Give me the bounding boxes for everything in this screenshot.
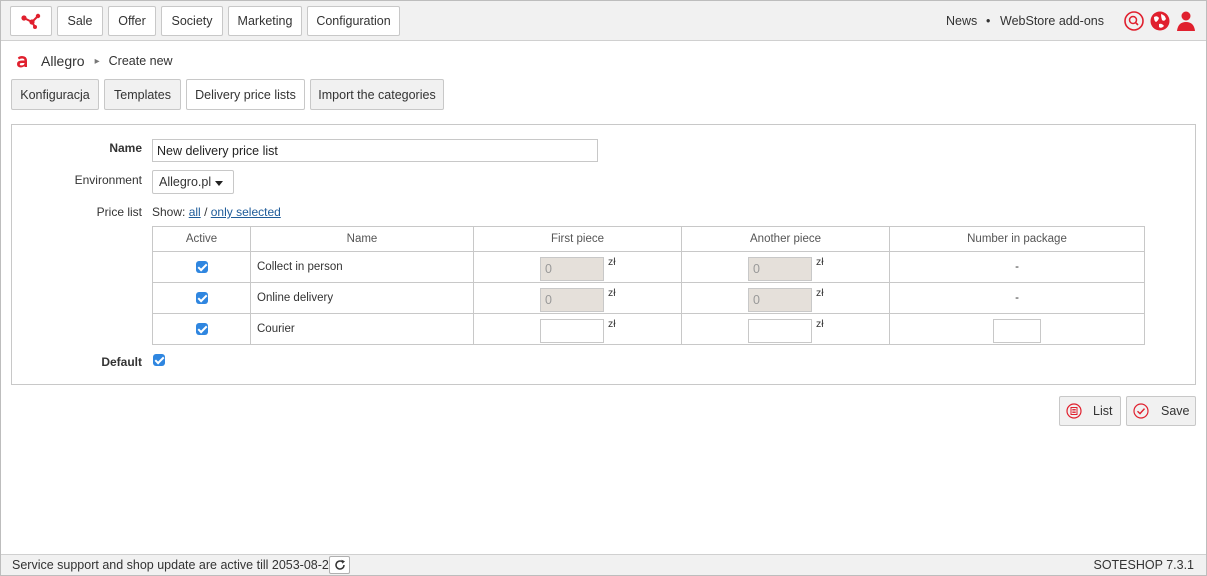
globe-icon[interactable] <box>1149 10 1171 32</box>
currency-label: zł <box>816 256 824 268</box>
nav-configuration[interactable]: Configuration <box>307 6 400 36</box>
name-input[interactable] <box>152 139 598 162</box>
active-checkbox[interactable] <box>195 322 208 335</box>
soteshop-logo-icon <box>21 13 41 29</box>
another-piece-cell: zł <box>681 251 890 283</box>
tab-templates[interactable]: Templates <box>104 79 181 110</box>
active-checkbox[interactable] <box>195 260 208 273</box>
another-piece-cell: zł <box>681 282 890 314</box>
active-checkbox[interactable] <box>195 291 208 304</box>
save-button-label: Save <box>1161 404 1190 418</box>
show-all-link[interactable]: all <box>189 205 201 219</box>
default-label: Default <box>101 355 142 369</box>
list-icon <box>1066 403 1082 419</box>
currency-label: zł <box>816 287 824 299</box>
nav-sale[interactable]: Sale <box>57 6 103 36</box>
list-button[interactable]: List <box>1059 396 1121 426</box>
name-cell: Courier <box>250 313 474 345</box>
environment-label: Environment <box>74 173 142 187</box>
active-cell <box>152 313 251 345</box>
chevron-down-icon <box>215 181 223 186</box>
package-cell: - <box>889 251 1145 283</box>
breadcrumb-arrow-icon: ▸ <box>94 55 100 67</box>
nav-offer[interactable]: Offer <box>108 6 156 36</box>
package-cell <box>889 313 1145 345</box>
breadcrumb: Allegro ▸ Create new <box>14 51 173 71</box>
logo-button[interactable] <box>10 6 52 36</box>
name-label: Name <box>109 141 142 155</box>
top-navigation-bar: Sale Offer Society Marketing Configurati… <box>1 1 1206 41</box>
news-link[interactable]: News <box>946 14 977 28</box>
active-cell <box>152 282 251 314</box>
breadcrumb-module[interactable]: Allegro <box>41 53 85 69</box>
show-only-selected-link[interactable]: only selected <box>211 205 281 219</box>
support-status-text: Service support and shop update are acti… <box>12 558 336 572</box>
tab-delivery-price-lists[interactable]: Delivery price lists <box>186 79 305 110</box>
first-piece-input[interactable] <box>540 319 604 343</box>
user-icon[interactable] <box>1175 10 1197 32</box>
version-label: SOTESHOP 7.3.1 <box>1093 558 1194 572</box>
price-list-table: Active Name First piece Another piece Nu… <box>152 226 1145 345</box>
tab-konfiguracja[interactable]: Konfiguracja <box>11 79 99 110</box>
active-cell <box>152 251 251 283</box>
another-piece-input[interactable] <box>748 319 812 343</box>
nav-marketing[interactable]: Marketing <box>228 6 302 36</box>
another-piece-input[interactable] <box>748 257 812 281</box>
first-piece-input[interactable] <box>540 288 604 312</box>
header-number-in-package: Number in package <box>889 226 1145 252</box>
header-name: Name <box>250 226 474 252</box>
currency-label: zł <box>816 318 824 330</box>
name-cell: Online delivery <box>250 282 474 314</box>
search-icon[interactable] <box>1123 10 1145 32</box>
environment-value: Allegro.pl <box>159 175 212 189</box>
header-another-piece: Another piece <box>681 226 890 252</box>
header-first-piece: First piece <box>473 226 682 252</box>
checkmark-icon <box>1133 403 1149 419</box>
first-piece-cell: zł <box>473 251 682 283</box>
another-piece-input[interactable] <box>748 288 812 312</box>
environment-select[interactable]: Allegro.pl <box>152 170 234 194</box>
first-piece-cell: zł <box>473 313 682 345</box>
show-separator: / <box>204 205 208 219</box>
nav-society[interactable]: Society <box>161 6 223 36</box>
currency-label: zł <box>608 256 616 268</box>
refresh-icon <box>334 559 345 570</box>
first-piece-cell: zł <box>473 282 682 314</box>
price-list-label: Price list <box>96 205 142 219</box>
webstore-addons-link[interactable]: WebStore add-ons <box>1000 14 1104 28</box>
table-row: Collect in person zł zł - <box>152 251 1145 283</box>
save-button[interactable]: Save <box>1126 396 1196 426</box>
package-cell: - <box>889 282 1145 314</box>
breadcrumb-current: Create new <box>108 54 173 68</box>
header-active: Active <box>152 226 251 252</box>
package-input[interactable] <box>993 319 1041 343</box>
allegro-logo-icon <box>17 56 27 68</box>
tab-import-categories[interactable]: Import the categories <box>310 79 444 110</box>
show-label: Show: <box>152 205 186 219</box>
table-header-row: Active Name First piece Another piece Nu… <box>152 226 1145 252</box>
table-row: Courier zł zł <box>152 313 1145 345</box>
another-piece-cell: zł <box>681 313 890 345</box>
table-row: Online delivery zł zł - <box>152 282 1145 314</box>
list-button-label: List <box>1093 404 1113 418</box>
currency-label: zł <box>608 318 616 330</box>
default-checkbox[interactable] <box>153 354 165 366</box>
refresh-button[interactable] <box>329 556 350 574</box>
nav-separator: • <box>986 14 991 28</box>
name-cell: Collect in person <box>250 251 474 283</box>
show-filter: Show: all / only selected <box>152 205 281 219</box>
status-footer: Service support and shop update are acti… <box>1 554 1206 575</box>
first-piece-input[interactable] <box>540 257 604 281</box>
currency-label: zł <box>608 287 616 299</box>
